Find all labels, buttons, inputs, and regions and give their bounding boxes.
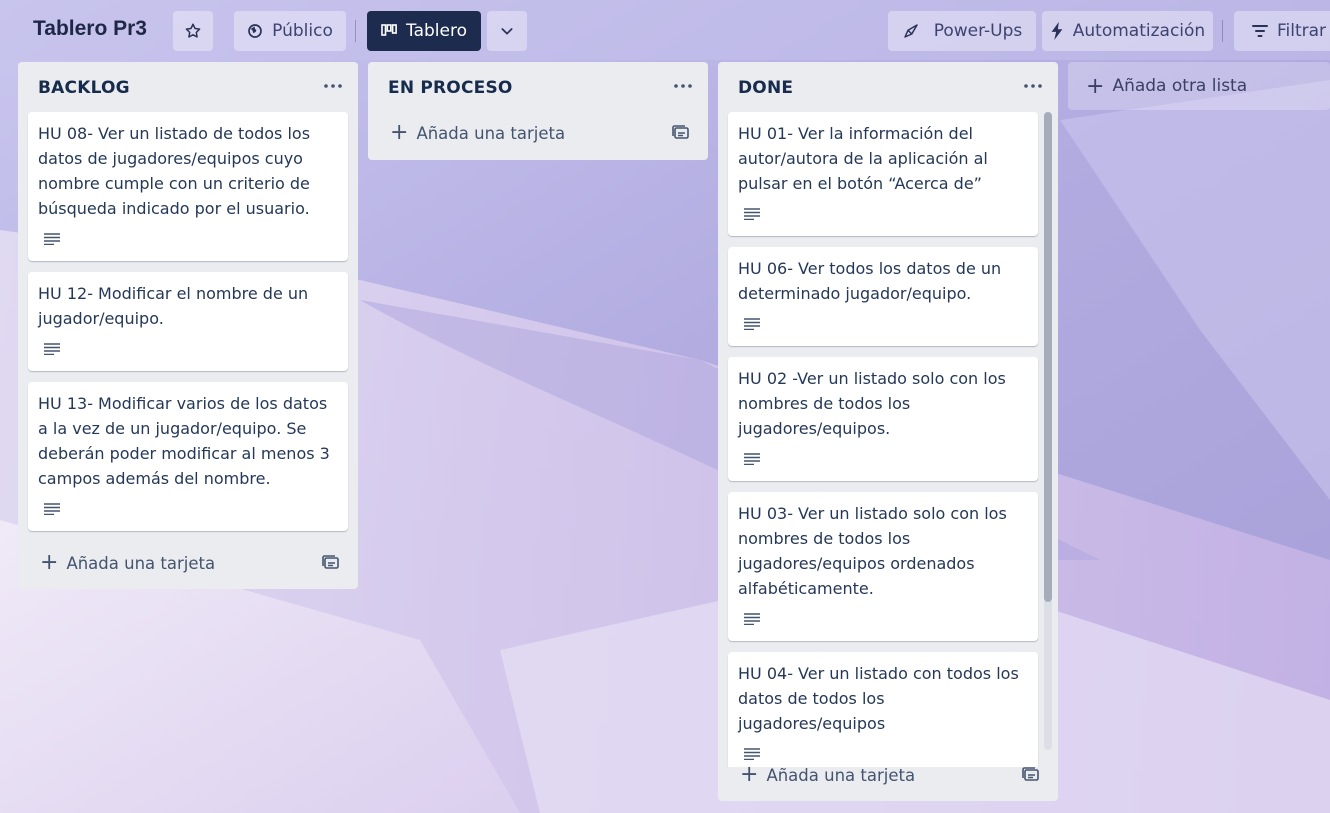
card[interactable]: HU 01- Ver la información del autor/auto…: [728, 112, 1038, 236]
card[interactable]: HU 06- Ver todos los datos de un determi…: [728, 247, 1038, 346]
scrollbar-thumb[interactable]: [1044, 112, 1052, 602]
card-title: HU 13- Modificar varios de los datos a l…: [38, 394, 330, 488]
more-options-icon[interactable]: [1022, 76, 1044, 96]
board-view-label: Tablero: [406, 21, 467, 41]
add-list-label: Añada otra lista: [1112, 76, 1248, 96]
card-title: HU 03- Ver un listado solo con los nombr…: [738, 504, 1007, 598]
plus-icon: +: [390, 120, 409, 145]
card-title: HU 08- Ver un listado de todos los datos…: [38, 124, 311, 218]
automation-label: Automatización: [1072, 21, 1206, 41]
add-card-label: Añada una tarjeta: [416, 123, 566, 143]
star-icon: [185, 23, 201, 38]
filter-icon: [1252, 25, 1268, 37]
description-icon: [744, 453, 760, 465]
filter-button[interactable]: Filtrar: [1234, 11, 1330, 51]
list-title[interactable]: DONE: [738, 78, 793, 98]
card-title: HU 02 -Ver un listado solo con los nombr…: [738, 369, 1006, 438]
card-title: HU 04- Ver un listado con todos los dato…: [738, 664, 1019, 733]
card[interactable]: HU 13- Modificar varios de los datos a l…: [28, 382, 348, 531]
add-card-button[interactable]: + Añada una tarjeta: [378, 117, 565, 149]
add-card-button[interactable]: + Añada una tarjeta: [728, 759, 915, 791]
list-en-proceso: EN PROCESO + Añada una tarjeta: [368, 62, 708, 160]
description-icon: [744, 208, 760, 220]
add-list-button[interactable]: + Añada otra lista: [1068, 62, 1330, 110]
globe-icon: [248, 24, 262, 38]
description-icon: [744, 318, 760, 330]
card[interactable]: HU 08- Ver un listado de todos los datos…: [28, 112, 348, 261]
add-card-label: Añada una tarjeta: [66, 553, 216, 573]
card-template-icon[interactable]: [672, 125, 690, 141]
board-view-icon: [381, 24, 397, 36]
card-template-icon[interactable]: [1022, 767, 1040, 783]
list-done: DONE HU 01- Ver la información del autor…: [718, 62, 1058, 801]
done-list-scrollbar[interactable]: [1044, 112, 1052, 750]
card[interactable]: HU 03- Ver un listado solo con los nombr…: [728, 492, 1038, 641]
rocket-icon: [903, 24, 918, 38]
lightning-icon: [1051, 22, 1063, 40]
view-switcher-button[interactable]: [487, 11, 527, 51]
list-title[interactable]: EN PROCESO: [388, 78, 513, 98]
star-button[interactable]: [173, 11, 213, 51]
automation-button[interactable]: Automatización: [1042, 11, 1213, 51]
powerups-button[interactable]: Power-Ups: [888, 11, 1036, 51]
visibility-button[interactable]: Público: [234, 11, 346, 51]
board-title[interactable]: Tablero Pr3: [33, 17, 147, 41]
more-options-icon[interactable]: [322, 76, 344, 96]
card[interactable]: HU 04- Ver un listado con todos los dato…: [728, 652, 1038, 767]
plus-icon: +: [1086, 73, 1105, 99]
card-title: HU 12- Modificar el nombre de un jugador…: [38, 284, 309, 328]
header-divider: [355, 20, 356, 42]
list-title[interactable]: BACKLOG: [38, 78, 130, 98]
description-icon: [44, 233, 60, 245]
card-title: HU 06- Ver todos los datos de un determi…: [738, 259, 1002, 303]
add-card-label: Añada una tarjeta: [766, 765, 916, 785]
list-backlog: BACKLOG HU 08- Ver un listado de todos l…: [18, 62, 358, 589]
more-options-icon[interactable]: [672, 76, 694, 96]
visibility-label: Público: [272, 21, 333, 41]
card-title: HU 01- Ver la información del autor/auto…: [738, 124, 988, 193]
board-view-button[interactable]: Tablero: [367, 11, 481, 51]
add-card-button[interactable]: + Añada una tarjeta: [28, 547, 215, 579]
card-template-icon[interactable]: [322, 555, 340, 571]
powerups-label: Power-Ups: [933, 21, 1023, 41]
chevron-down-icon: [501, 28, 513, 35]
header-divider: [1222, 20, 1223, 42]
board-header: Tablero Pr3 Público Tablero Power-Ups Au…: [0, 0, 1330, 62]
card[interactable]: HU 12- Modificar el nombre de un jugador…: [28, 272, 348, 371]
filter-label: Filtrar: [1277, 21, 1327, 41]
plus-icon: +: [40, 550, 59, 575]
description-icon: [44, 503, 60, 515]
list-cards-container[interactable]: HU 01- Ver la información del autor/auto…: [718, 112, 1058, 767]
card[interactable]: HU 02 -Ver un listado solo con los nombr…: [728, 357, 1038, 481]
description-icon: [44, 343, 60, 355]
plus-icon: +: [740, 762, 759, 787]
description-icon: [744, 613, 760, 625]
